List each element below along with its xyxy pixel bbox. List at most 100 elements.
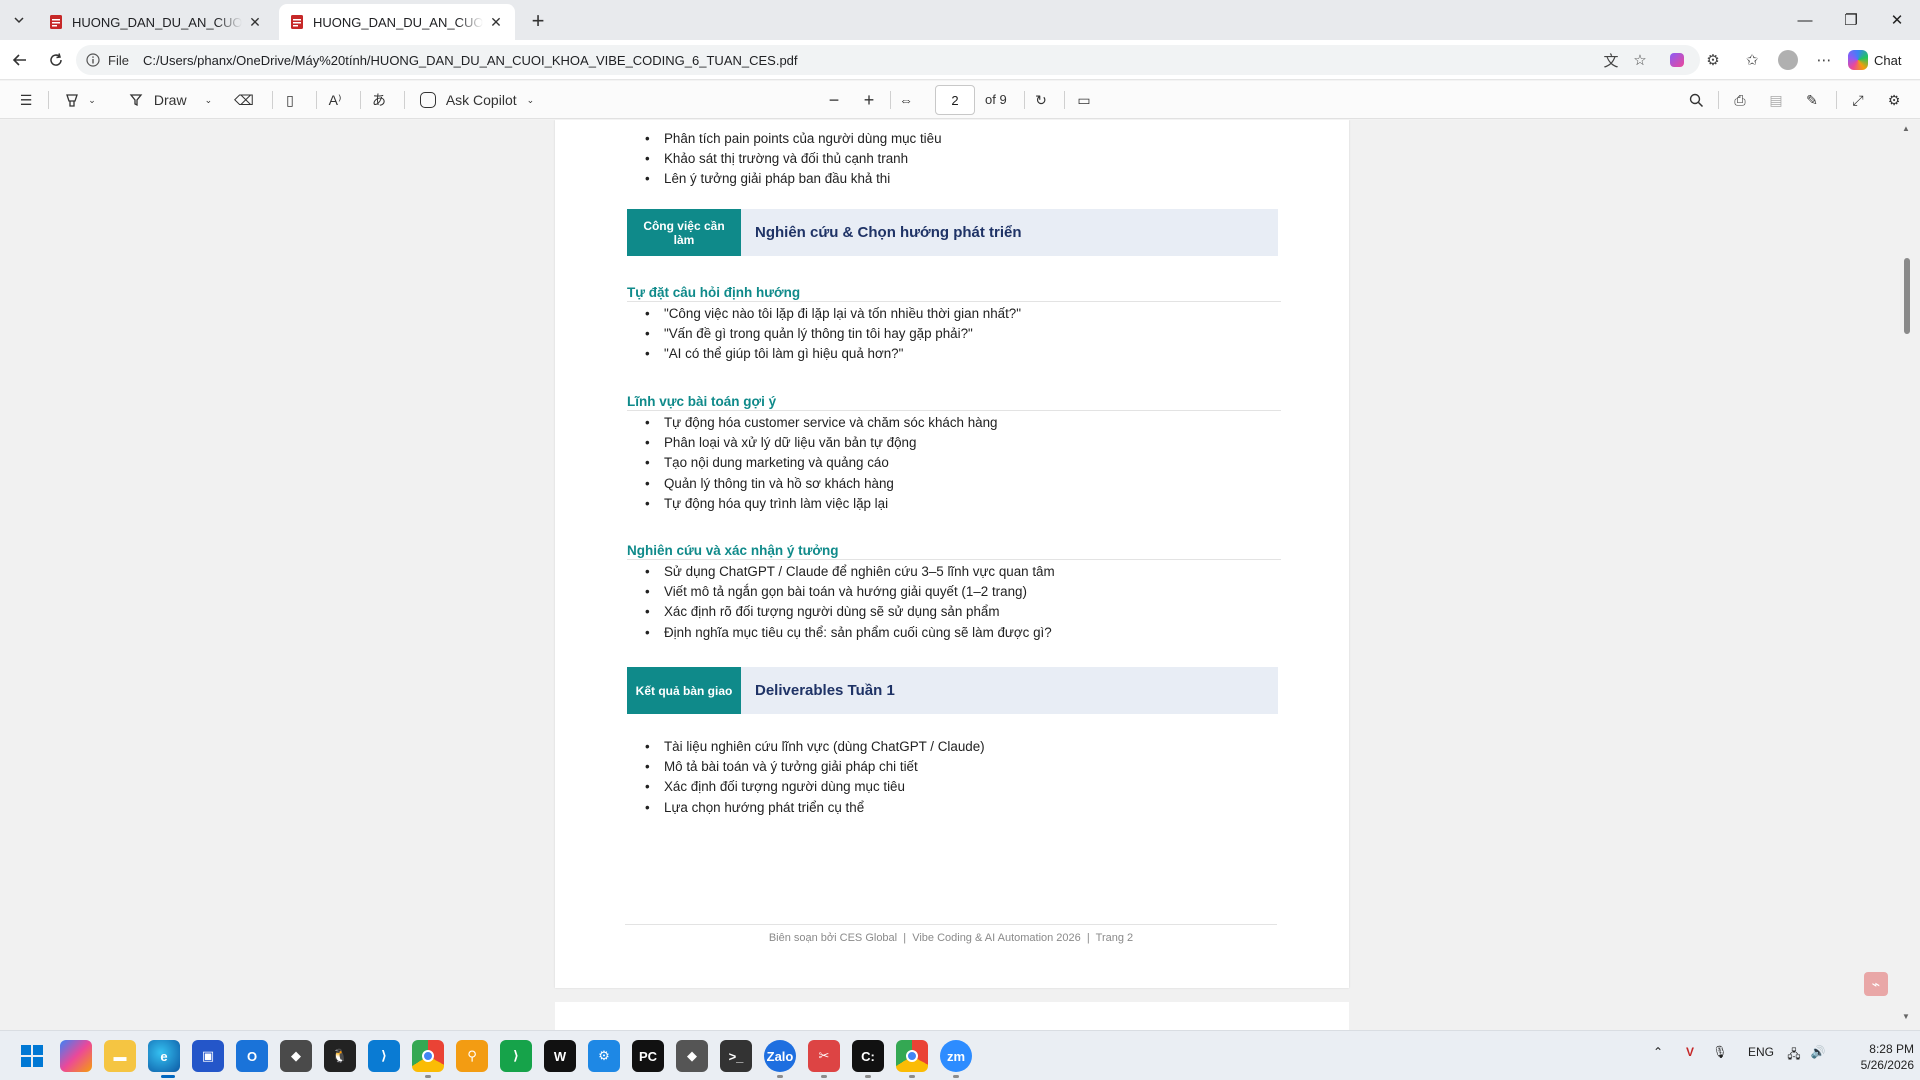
profile-avatar[interactable]	[1776, 48, 1800, 72]
copilot-icon	[1848, 50, 1868, 70]
table-of-contents-icon[interactable]: ☰	[14, 88, 38, 112]
translate-page-icon[interactable]: あ	[366, 88, 392, 112]
read-aloud-icon[interactable]: A⁾	[322, 88, 348, 112]
next-pdf-page	[555, 1002, 1349, 1030]
copilot-outline-icon	[419, 92, 436, 108]
terminal-icon[interactable]: >_	[720, 1040, 752, 1072]
unity-hub-icon[interactable]: ◆	[676, 1040, 708, 1072]
chrome-icon[interactable]	[412, 1040, 444, 1072]
scroll-down-arrow-icon[interactable]: ▼	[1902, 1012, 1910, 1021]
system-clock[interactable]: 8:28 PM 5/26/2026	[1838, 1041, 1914, 1073]
unity-icon[interactable]: ◆	[280, 1040, 312, 1072]
close-tab-icon[interactable]: ✕	[246, 13, 264, 31]
snipping-tool-icon[interactable]: ✂	[808, 1040, 840, 1072]
eraser-icon[interactable]: ⌫	[232, 88, 256, 112]
pdf-toolbar: ☰ ⌄ Draw ⌄ ⌫ ▯ A⁾ あ Ask Copilot ⌄ − + ⇔ …	[0, 81, 1920, 119]
w-app-icon[interactable]: W	[544, 1040, 576, 1072]
microsoft-store-icon[interactable]: ▣	[192, 1040, 224, 1072]
translate-icon[interactable]: 文	[1599, 48, 1623, 72]
toolbar-divider	[1836, 91, 1837, 109]
copilot-app-icon[interactable]	[60, 1040, 92, 1072]
scrollbar-thumb[interactable]	[1904, 258, 1910, 334]
vscode-icon[interactable]: ⟩	[368, 1040, 400, 1072]
scroll-up-arrow-icon[interactable]: ▲	[1902, 124, 1910, 133]
clock-time: 8:28 PM	[1869, 1042, 1914, 1056]
zoom-app-icon[interactable]: zm	[940, 1040, 972, 1072]
list-item: Viết mô tả ngắn gọn bài toán và hướng gi…	[627, 582, 1287, 602]
more-options-icon[interactable]: ⋯	[1812, 48, 1836, 72]
url-text: C:/Users/phanx/OneDrive/Máy%20tính/HUONG…	[142, 52, 798, 68]
minimize-button[interactable]: —	[1782, 0, 1828, 40]
add-text-icon[interactable]: ▯	[278, 88, 302, 112]
antivirus-tray-icon[interactable]: V	[1680, 1045, 1700, 1059]
browser-tab-2-active[interactable]: HUONG_DAN_DU_AN_CUOI_KHOA_VIBE_CODING_6_…	[279, 4, 515, 40]
list-item: Tự động hóa customer service và chăm sóc…	[627, 413, 1287, 433]
rotate-icon[interactable]: ↻	[1029, 88, 1053, 112]
show-hidden-icons-chevron-icon[interactable]: ⌃	[1648, 1045, 1668, 1059]
network-icon[interactable]: 🖧	[1784, 1045, 1804, 1066]
running-app-indicator	[777, 1075, 783, 1078]
search-app-icon[interactable]: ⚲	[456, 1040, 488, 1072]
pycharm-icon[interactable]: PC	[632, 1040, 664, 1072]
vertical-scrollbar[interactable]: ▲ ▼	[1900, 120, 1914, 1030]
settings-gear-icon[interactable]: ⚙	[1882, 88, 1906, 112]
toolbar-divider	[1024, 91, 1025, 109]
new-tab-button[interactable]: +	[525, 8, 551, 34]
chevron-down-icon: ⌄	[526, 94, 535, 105]
subsection-heading: Tự đặt câu hỏi định hướng	[627, 285, 1281, 302]
restore-button[interactable]: ❐	[1828, 0, 1874, 40]
clock-date: 5/26/2026	[1860, 1058, 1914, 1072]
print-icon[interactable]: ⎙	[1728, 88, 1752, 112]
windows-start-icon[interactable]	[16, 1040, 48, 1072]
save-icon[interactable]: ▤	[1764, 88, 1788, 112]
copilot-chat-button[interactable]: Chat	[1848, 48, 1901, 72]
acrobat-icon[interactable]: ⌁	[1864, 972, 1888, 996]
refresh-button[interactable]	[42, 46, 70, 74]
penguin-app-icon[interactable]: 🐧	[324, 1040, 356, 1072]
list-item: Tạo nội dung marketing và quảng cáo	[627, 453, 1287, 473]
chrome-profile-icon[interactable]	[896, 1040, 928, 1072]
info-icon[interactable]	[86, 53, 100, 67]
favorite-star-icon[interactable]: ☆	[1628, 48, 1652, 72]
search-icon[interactable]	[1684, 88, 1708, 112]
ask-copilot-button[interactable]: Ask Copilot ⌄	[414, 88, 540, 112]
command-prompt-icon[interactable]: C:	[852, 1040, 884, 1072]
settings-app-icon[interactable]: ⚙	[588, 1040, 620, 1072]
page-view-icon[interactable]: ▭	[1072, 88, 1096, 112]
fullscreen-icon[interactable]: ⤢	[1846, 88, 1870, 112]
outlook-icon[interactable]: O	[236, 1040, 268, 1072]
microphone-icon[interactable]: 🎙	[1710, 1045, 1730, 1059]
tab-strip: HUONG_DAN_DU_AN_CUOI_KHOA_VIBE_CODING_6_…	[0, 0, 1920, 40]
list-item: Quản lý thông tin và hồ sơ khách hàng	[627, 474, 1287, 494]
zalo-icon[interactable]: Zalo	[764, 1040, 796, 1072]
subsection-heading: Lĩnh vực bài toán gợi ý	[627, 394, 1281, 411]
zoom-out-icon[interactable]: −	[822, 88, 846, 112]
close-tab-icon[interactable]: ✕	[487, 13, 505, 31]
list-item: Mô tả bài toán và ý tưởng giải pháp chi …	[627, 757, 1287, 777]
volume-icon[interactable]: 🔊	[1808, 1045, 1828, 1059]
zoom-in-icon[interactable]: +	[857, 88, 881, 112]
save-as-icon[interactable]: ✎	[1800, 88, 1824, 112]
file-explorer-icon[interactable]: ▬	[104, 1040, 136, 1072]
tab-actions-menu-button[interactable]	[6, 7, 32, 33]
draw-button[interactable]: Draw ⌄	[124, 88, 216, 112]
tab-title: HUONG_DAN_DU_AN_CUOI_KHOA_VIBE_CODING_6_…	[313, 14, 483, 30]
list-item: Tự động hóa quy trình làm việc lặp lại	[627, 494, 1287, 514]
close-window-button[interactable]: ✕	[1874, 0, 1920, 40]
vscode-insiders-icon[interactable]: ⟩	[500, 1040, 532, 1072]
chevron-down-icon: ⌄	[88, 94, 96, 105]
back-button[interactable]	[6, 46, 34, 74]
page-number-input[interactable]: 2	[935, 85, 975, 115]
extensions-icon[interactable]: ⚙	[1701, 48, 1725, 72]
browser-tab-1[interactable]: HUONG_DAN_DU_AN_CUOI_KHOA_VIBE_CODING_6_…	[38, 4, 274, 40]
copilot-extension-icon[interactable]	[1665, 48, 1689, 72]
running-app-indicator	[909, 1075, 915, 1078]
highlight-button[interactable]: ⌄	[58, 88, 102, 112]
fit-to-width-icon[interactable]: ⇔	[894, 88, 918, 112]
favorites-icon[interactable]: ✩	[1740, 48, 1764, 72]
url-field[interactable]: File C:/Users/phanx/OneDrive/Máy%20tính/…	[76, 45, 1700, 75]
edge-browser-icon[interactable]: e	[148, 1040, 180, 1072]
list-item: Định nghĩa mục tiêu cụ thể: sản phẩm cuố…	[627, 623, 1287, 643]
input-language-indicator[interactable]: ENG	[1745, 1045, 1777, 1059]
pdf-viewer[interactable]: Phân tích pain points của người dùng mục…	[0, 120, 1920, 1030]
